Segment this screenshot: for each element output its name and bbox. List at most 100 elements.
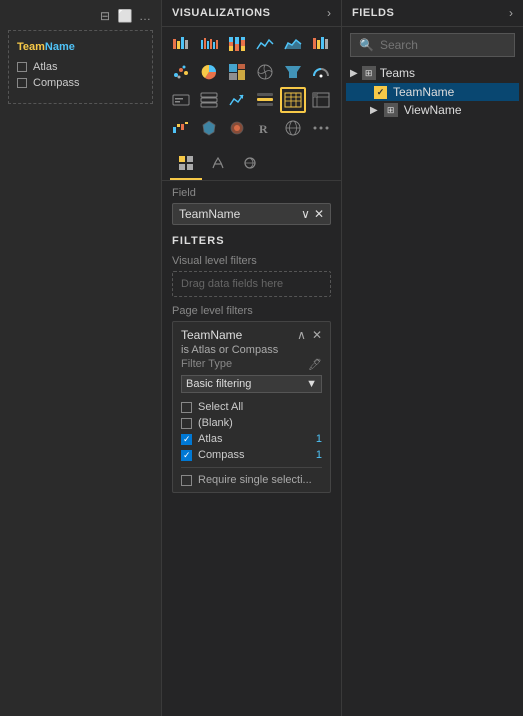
filter-collapse-icon[interactable]: ∧ — [297, 328, 306, 342]
filter-close-icon[interactable]: ✕ — [312, 328, 322, 342]
viz-icon-stacked-bar[interactable] — [168, 31, 194, 57]
fields-panel: FIELDS › 🔍 ▶ ⊞ Teams ✓ TeamName ▶ ⊞ View… — [342, 0, 523, 716]
fields-title: FIELDS — [352, 7, 394, 19]
compass-filter-count: 1 — [316, 449, 322, 461]
field-clear-icon[interactable]: ✕ — [314, 207, 324, 221]
drag-drop-area[interactable]: Drag data fields here — [172, 271, 331, 297]
viz-icon-matrix[interactable] — [308, 87, 334, 113]
viz-tabs — [162, 145, 341, 181]
viz-icon-kpi[interactable] — [224, 87, 250, 113]
viz-icon-gauge[interactable] — [308, 59, 334, 85]
fields-header: FIELDS › — [342, 0, 523, 27]
filters-title: FILTERS — [172, 235, 331, 247]
search-input[interactable] — [380, 38, 523, 52]
field-icon-teamname: ✓ — [374, 86, 387, 99]
visualizations-panel: VISUALIZATIONS › — [162, 0, 342, 716]
tree-group-header-teams[interactable]: ▶ ⊞ Teams — [346, 63, 519, 83]
viz-icon-multirow-card[interactable] — [196, 87, 222, 113]
svg-text:R: R — [259, 122, 268, 136]
page-level-label: Page level filters — [172, 305, 331, 317]
select-all-checkbox[interactable] — [181, 402, 192, 413]
viz-icon-filled-map[interactable] — [196, 115, 222, 141]
viz-icon-shape-map[interactable] — [224, 115, 250, 141]
viz-icon-more[interactable] — [308, 115, 334, 141]
require-label: Require single selecti... — [198, 474, 312, 486]
viz-tab-format[interactable] — [202, 151, 234, 180]
atlas-label: Atlas — [33, 61, 57, 73]
compass-label: Compass — [33, 77, 79, 89]
viz-tab-fields[interactable] — [170, 151, 202, 180]
filter-type-chevron: ▼ — [306, 378, 317, 390]
tree-item-label-viewname: ViewName — [404, 103, 462, 117]
search-box[interactable]: 🔍 — [350, 33, 515, 57]
tree-expand-viewname-icon: ▶ — [370, 105, 378, 116]
viz-icon-area-chart[interactable] — [280, 31, 306, 57]
compass-filter-checkbox[interactable] — [181, 450, 192, 461]
tree-group-teams: ▶ ⊞ Teams ✓ TeamName ▶ ⊞ ViewName — [346, 63, 519, 119]
compass-checkbox — [17, 78, 27, 88]
field-section: Field TeamName ∨ ✕ — [162, 181, 341, 229]
viz-icon-clustered-bar[interactable] — [196, 31, 222, 57]
atlas-filter-count: 1 — [316, 433, 322, 445]
blank-label: (Blank) — [198, 417, 233, 429]
list-item: Compass — [17, 77, 144, 89]
viz-icon-100pct-bar[interactable] — [224, 31, 250, 57]
filters-section: FILTERS Visual level filters Drag data f… — [162, 229, 341, 499]
require-checkbox[interactable] — [181, 475, 192, 486]
filter-option-atlas[interactable]: Atlas 1 — [181, 431, 322, 447]
viz-icon-scatter[interactable] — [168, 59, 194, 85]
canvas-panel: ⊟ ⬜ … TeamName Atlas Compass — [0, 0, 162, 716]
filter-card-meta: Filter Type — [181, 358, 232, 371]
filter-option-compass[interactable]: Compass 1 — [181, 447, 322, 463]
atlas-filter-checkbox[interactable] — [181, 434, 192, 445]
blank-checkbox[interactable] — [181, 418, 192, 429]
viz-icon-card[interactable] — [168, 87, 194, 113]
filter-type-value: Basic filtering — [186, 378, 251, 390]
viz-icon-funnel[interactable] — [280, 59, 306, 85]
tree-item-teamname[interactable]: ✓ TeamName — [346, 83, 519, 101]
list-item: Atlas — [17, 61, 144, 73]
field-input[interactable]: TeamName ∨ ✕ — [172, 203, 331, 225]
tree-item-label-teamname: TeamName — [393, 85, 454, 99]
title-name-part: Name — [45, 41, 75, 53]
canvas-toolbar: ⊟ ⬜ … — [8, 8, 153, 24]
fullscreen-icon[interactable]: ⬜ — [117, 8, 133, 24]
visual-title: TeamName — [17, 41, 144, 53]
filter-card-icons: ∧ ✕ — [297, 328, 322, 342]
viz-icon-pie[interactable] — [196, 59, 222, 85]
viz-icon-table[interactable] — [280, 87, 306, 113]
tree-item-viewname[interactable]: ▶ ⊞ ViewName — [346, 101, 519, 119]
search-icon: 🔍 — [359, 38, 374, 52]
fields-arrow[interactable]: › — [509, 6, 513, 20]
viz-tab-analytics[interactable] — [234, 151, 266, 180]
tree-expand-icon: ▶ — [350, 68, 358, 79]
filter-card-subtitle: is Atlas or Compass — [181, 344, 322, 356]
title-team-part: Team — [17, 41, 45, 53]
visualizations-title: VISUALIZATIONS — [172, 7, 271, 19]
viz-icon-treemap[interactable] — [224, 59, 250, 85]
tree-table-icon-viewname: ⊞ — [384, 103, 398, 117]
viz-icon-ribbon[interactable] — [308, 31, 334, 57]
filter-option-select-all[interactable]: Select All — [181, 399, 322, 415]
atlas-filter-label: Atlas — [198, 433, 222, 445]
filter-card-title: TeamName — [181, 328, 242, 342]
filter-eraser-icon[interactable]: 🖊 — [308, 358, 322, 371]
viz-icon-slicer[interactable] — [252, 87, 278, 113]
more-icon[interactable]: … — [137, 8, 153, 24]
field-value: TeamName — [179, 207, 240, 221]
field-chevron-icon[interactable]: ∨ — [301, 207, 310, 221]
visual-box: TeamName Atlas Compass — [8, 30, 153, 104]
filter-option-blank[interactable]: (Blank) — [181, 415, 322, 431]
filter-type-select[interactable]: Basic filtering ▼ — [181, 375, 322, 393]
viz-icon-r-visual[interactable]: R — [252, 115, 278, 141]
select-all-label: Select All — [198, 401, 243, 413]
viz-icon-globe[interactable] — [280, 115, 306, 141]
viz-icon-map[interactable] — [252, 59, 278, 85]
visualizations-arrow[interactable]: › — [327, 6, 331, 20]
viz-icon-line-chart[interactable] — [252, 31, 278, 57]
tree-group-label-teams: Teams — [380, 66, 415, 80]
viz-icon-waterfall[interactable] — [168, 115, 194, 141]
compass-filter-label: Compass — [198, 449, 244, 461]
resize-icon[interactable]: ⊟ — [97, 8, 113, 24]
field-label: Field — [172, 187, 331, 199]
